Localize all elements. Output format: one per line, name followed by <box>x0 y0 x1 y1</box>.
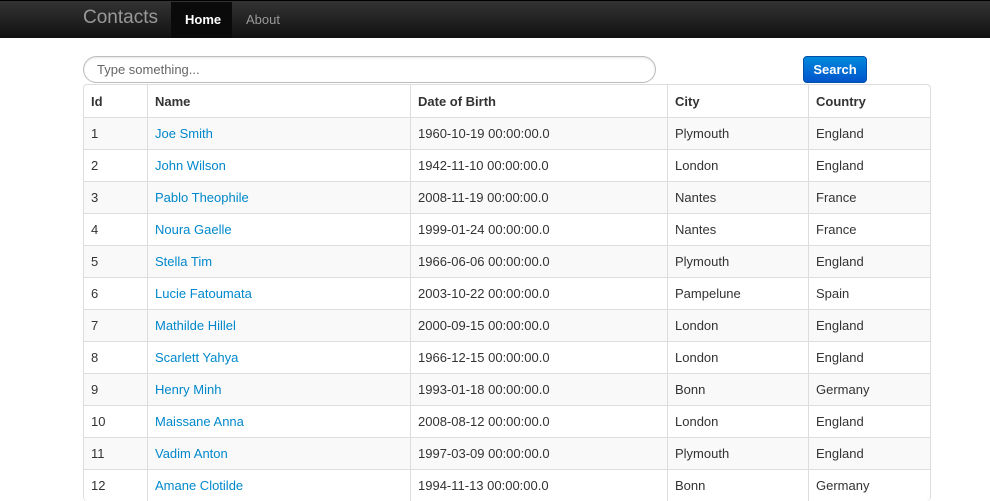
header-city[interactable]: City <box>667 85 808 117</box>
contact-name-link[interactable]: Amane Clotilde <box>155 478 243 493</box>
table-body: 1 Joe Smith 1960-10-19 00:00:00.0 Plymouth E… <box>84 117 930 501</box>
table-header-row: Id Name Date of Birth City Country <box>84 85 930 117</box>
cell-date-of-birth: 1999-01-24 00:00:00.0 <box>410 213 667 245</box>
table-row: 2 John Wilson 1942-11-10 00:00:00.0 London E… <box>84 149 930 181</box>
cell-name: Joe Smith <box>147 117 410 149</box>
cell-date-of-birth: 2000-09-15 00:00:00.0 <box>410 309 667 341</box>
cell-id: 9 <box>84 373 147 405</box>
table-row: 5 Stella Tim 1966-06-06 00:00:00.0 Plymouth… <box>84 245 930 277</box>
cell-country: England <box>808 309 930 341</box>
cell-name: Pablo Theophile <box>147 181 410 213</box>
cell-id: 4 <box>84 213 147 245</box>
cell-date-of-birth: 1994-11-13 00:00:00.0 <box>410 469 667 501</box>
cell-name: Lucie Fatoumata <box>147 277 410 309</box>
cell-country: England <box>808 117 930 149</box>
table-row: 1 Joe Smith 1960-10-19 00:00:00.0 Plymouth E… <box>84 117 930 149</box>
cell-country: France <box>808 213 930 245</box>
contact-name-link[interactable]: Stella Tim <box>155 254 212 269</box>
header-id[interactable]: Id <box>84 85 147 117</box>
search-button[interactable]: Search <box>803 56 867 83</box>
nav-home[interactable]: Home <box>171 2 232 38</box>
cell-date-of-birth: 1997-03-09 00:00:00.0 <box>410 437 667 469</box>
cell-name: Noura Gaelle <box>147 213 410 245</box>
contact-name-link[interactable]: Scarlett Yahya <box>155 350 238 365</box>
cell-name: Mathilde Hillel <box>147 309 410 341</box>
contact-name-link[interactable]: Lucie Fatoumata <box>155 286 252 301</box>
cell-city: London <box>667 341 808 373</box>
table-row: 12 Amane Clotilde 1994-11-13 00:00:00.0 Bon… <box>84 469 930 501</box>
cell-city: London <box>667 405 808 437</box>
cell-id: 5 <box>84 245 147 277</box>
cell-city: London <box>667 309 808 341</box>
cell-country: England <box>808 405 930 437</box>
cell-id: 7 <box>84 309 147 341</box>
contact-name-link[interactable]: Pablo Theophile <box>155 190 249 205</box>
cell-date-of-birth: 1993-01-18 00:00:00.0 <box>410 373 667 405</box>
brand-link[interactable]: Contacts <box>83 7 158 29</box>
cell-country: Germany <box>808 373 930 405</box>
table-row: 11 Vadim Anton 1997-03-09 00:00:00.0 Plymou… <box>84 437 930 469</box>
cell-city: Nantes <box>667 213 808 245</box>
cell-name: John Wilson <box>147 149 410 181</box>
cell-city: Plymouth <box>667 117 808 149</box>
cell-id: 1 <box>84 117 147 149</box>
contact-name-link[interactable]: John Wilson <box>155 158 226 173</box>
cell-id: 8 <box>84 341 147 373</box>
contact-name-link[interactable]: Mathilde Hillel <box>155 318 236 333</box>
cell-date-of-birth: 2003-10-22 00:00:00.0 <box>410 277 667 309</box>
cell-name: Maissane Anna <box>147 405 410 437</box>
cell-country: England <box>808 245 930 277</box>
cell-id: 3 <box>84 181 147 213</box>
cell-city: Nantes <box>667 181 808 213</box>
cell-city: Bonn <box>667 469 808 501</box>
cell-country: France <box>808 181 930 213</box>
header-country[interactable]: Country <box>808 85 930 117</box>
table-row: 6 Lucie Fatoumata 2003-10-22 00:00:00.0 Pam… <box>84 277 930 309</box>
search-input[interactable] <box>83 56 656 83</box>
cell-country: Spain <box>808 277 930 309</box>
cell-name: Scarlett Yahya <box>147 341 410 373</box>
header-date-of-birth[interactable]: Date of Birth <box>410 85 667 117</box>
cell-name: Amane Clotilde <box>147 469 410 501</box>
table-row: 4 Noura Gaelle 1999-01-24 00:00:00.0 Nantes… <box>84 213 930 245</box>
cell-id: 6 <box>84 277 147 309</box>
contact-name-link[interactable]: Noura Gaelle <box>155 222 232 237</box>
cell-city: Plymouth <box>667 437 808 469</box>
contact-name-link[interactable]: Maissane Anna <box>155 414 244 429</box>
table-row: 7 Mathilde Hillel 2000-09-15 00:00:00.0 Lon… <box>84 309 930 341</box>
header-name[interactable]: Name <box>147 85 410 117</box>
cell-name: Stella Tim <box>147 245 410 277</box>
cell-country: England <box>808 437 930 469</box>
cell-id: 10 <box>84 405 147 437</box>
cell-country: Germany <box>808 469 930 501</box>
table-row: 8 Scarlett Yahya 1966-12-15 00:00:00.0 Lond… <box>84 341 930 373</box>
cell-date-of-birth: 1966-12-15 00:00:00.0 <box>410 341 667 373</box>
cell-date-of-birth: 1966-06-06 00:00:00.0 <box>410 245 667 277</box>
cell-country: England <box>808 149 930 181</box>
cell-city: Plymouth <box>667 245 808 277</box>
cell-city: Pampelune <box>667 277 808 309</box>
contacts-table: Id Name Date of Birth City Country 1 Joe … <box>83 84 931 501</box>
cell-city: Bonn <box>667 373 808 405</box>
contacts-table-container: Id Name Date of Birth City Country 1 Joe … <box>83 84 931 501</box>
cell-id: 11 <box>84 437 147 469</box>
nav-about[interactable]: About <box>232 2 294 38</box>
cell-date-of-birth: 2008-08-12 00:00:00.0 <box>410 405 667 437</box>
cell-country: England <box>808 341 930 373</box>
table-row: 10 Maissane Anna 2008-08-12 00:00:00.0 Lond… <box>84 405 930 437</box>
navbar: Contacts Home About <box>0 0 990 38</box>
cell-date-of-birth: 1960-10-19 00:00:00.0 <box>410 117 667 149</box>
cell-date-of-birth: 1942-11-10 00:00:00.0 <box>410 149 667 181</box>
cell-city: London <box>667 149 808 181</box>
contact-name-link[interactable]: Vadim Anton <box>155 446 228 461</box>
contact-name-link[interactable]: Joe Smith <box>155 126 213 141</box>
cell-name: Vadim Anton <box>147 437 410 469</box>
cell-id: 2 <box>84 149 147 181</box>
contact-name-link[interactable]: Henry Minh <box>155 382 221 397</box>
cell-id: 12 <box>84 469 147 501</box>
table-row: 3 Pablo Theophile 2008-11-19 00:00:00.0 Nan… <box>84 181 930 213</box>
cell-date-of-birth: 2008-11-19 00:00:00.0 <box>410 181 667 213</box>
cell-name: Henry Minh <box>147 373 410 405</box>
table-row: 9 Henry Minh 1993-01-18 00:00:00.0 Bonn Germ… <box>84 373 930 405</box>
